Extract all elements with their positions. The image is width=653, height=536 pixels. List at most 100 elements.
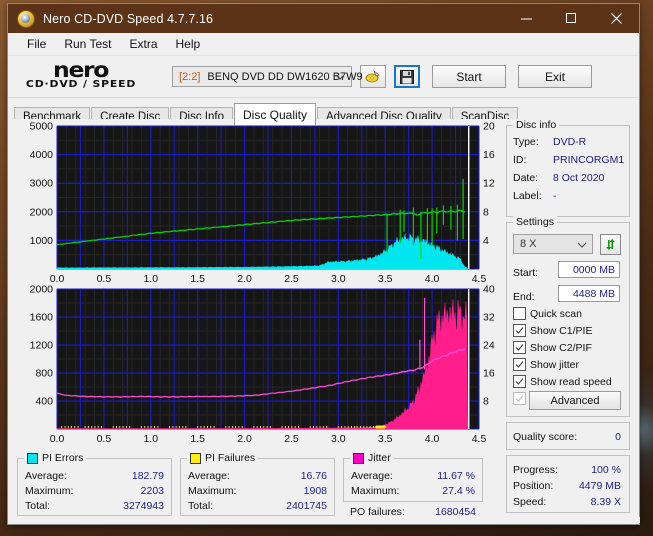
pie-chart: 1000 2000 3000 4000 5000 4 8 12 16 20 0.0 0.5 1.0 1.5… <box>17 121 499 286</box>
pi-failures-legend: PI Failures <box>187 452 259 464</box>
pi-failures-maximum-row: Maximum: 1908 <box>188 485 327 497</box>
status-bar <box>9 517 640 523</box>
pif-chart-canvas: 400 800 1200 1600 2000 8 16 24 32 40 0.0 0.5 1.0 1.5 2… <box>30 284 495 446</box>
start-address-label: Start: <box>513 267 539 279</box>
save-results-button[interactable] <box>394 65 420 88</box>
start-button[interactable]: Start <box>432 65 506 88</box>
position-label: Position: <box>513 480 554 492</box>
checkbox-show-c1-pie-label: Show C1/PIE <box>530 324 593 337</box>
scan-speed-select[interactable]: 8 X <box>513 234 593 254</box>
scan-speed-value: 8 X <box>520 238 537 250</box>
checkbox-show-jitter[interactable]: Show jitter <box>513 358 579 371</box>
close-button[interactable] <box>594 4 639 33</box>
pi-failures-average-value: 16.76 <box>300 470 327 482</box>
checkbox-box <box>513 358 526 371</box>
disc-label-label: Label: <box>513 190 542 202</box>
checkbox-show-c2-pif[interactable]: Show C2/PIF <box>513 341 592 354</box>
checkbox-show-jitter-label: Show jitter <box>530 358 580 371</box>
maximize-button[interactable] <box>549 4 594 33</box>
window-title: Nero CD-DVD Speed 4.7.7.16 <box>43 11 214 26</box>
drive-index: [2:2] <box>179 70 201 83</box>
title-bar: Nero CD-DVD Speed 4.7.7.16 <box>8 4 639 33</box>
menu-item-help[interactable]: Help <box>167 35 210 53</box>
menu-item-extra[interactable]: Extra <box>120 35 166 53</box>
jitter-legend: Jitter <box>350 452 394 464</box>
pi-failures-average-row: Average: 16.76 <box>188 470 327 482</box>
pi-errors-average-row: Average: 182.79 <box>25 470 164 482</box>
start-address-field[interactable]: 0000 MB <box>558 261 620 278</box>
drive-select[interactable]: [2:2] BENQ DVD DD DW1620 B7W9 <box>172 66 363 87</box>
x-axis-tick: 3.0 <box>331 433 346 445</box>
x-axis-tick: 1.5 <box>190 433 205 445</box>
pi-failures-color-swatch <box>190 452 201 464</box>
menu-bar: File Run Test Extra Help <box>8 33 639 56</box>
refresh-button[interactable] <box>600 234 621 255</box>
pi-errors-maximum-row: Maximum: 2203 <box>25 485 164 497</box>
x-axis-tick: 0.0 <box>50 433 65 445</box>
pi-errors-total-value: 3274943 <box>123 500 164 512</box>
y-axis-tick: 800 <box>35 368 53 380</box>
checkbox-show-read-speed[interactable]: Show read speed <box>513 375 612 388</box>
y-axis-tick: 1000 <box>30 235 54 247</box>
y-axis-tick: 400 <box>35 396 53 408</box>
exit-button[interactable]: Exit <box>518 65 592 88</box>
checkbox-quick-scan[interactable]: Quick scan <box>513 307 582 320</box>
pi-errors-average-value: 182.79 <box>131 470 164 482</box>
y2-axis-tick: 12 <box>483 178 495 190</box>
y2-axis-tick: 24 <box>483 340 495 352</box>
minimize-button[interactable] <box>504 4 549 33</box>
checkbox-show-c1-pie[interactable]: Show C1/PIE <box>513 324 592 337</box>
advanced-button[interactable]: Advanced <box>529 391 621 410</box>
progress-group: Progress: 100 % Position: 4479 MB Speed:… <box>506 455 630 513</box>
y2-axis-tick: 40 <box>483 284 495 296</box>
y-axis-tick: 2000 <box>30 206 54 218</box>
y-axis-tick: 2000 <box>30 284 54 296</box>
pi-failures-legend-label: PI Failures <box>205 452 256 464</box>
jitter-maximum-label: Maximum: <box>351 485 400 497</box>
x-axis-tick: 3.5 <box>378 433 393 445</box>
pi-failures-average-label: Average: <box>188 470 230 482</box>
y-axis-tick: 1200 <box>30 340 54 352</box>
x-axis-tick: 2.5 <box>284 433 299 445</box>
disc-type-value: DVD-R <box>553 136 587 148</box>
menu-item-run-test[interactable]: Run Test <box>55 35 120 53</box>
tab-disc-quality[interactable]: Disc Quality <box>234 103 317 125</box>
pi-errors-total-row: Total: 3274943 <box>25 500 164 512</box>
disc-info-group: Disc info Type: DVD-R ID: PRINCORGM1 Dat… <box>506 119 630 217</box>
toolbar: nero CD·DVD ∕ SPEED [2:2] BENQ DVD DD DW… <box>8 56 639 98</box>
y2-axis-tick: 16 <box>483 368 495 380</box>
pi-errors-maximum-value: 2203 <box>140 485 164 497</box>
disc-id-label: ID: <box>513 154 527 166</box>
pie-chart-canvas: 10002000300040005000481216200.0 0.5 1.0 1.5… <box>30 121 495 286</box>
eject-disc-button[interactable] <box>360 65 386 88</box>
menu-item-file[interactable]: File <box>18 35 55 53</box>
pi-errors-average-label: Average: <box>25 470 67 482</box>
pi-errors-legend: PI Errors <box>24 452 87 464</box>
pi-errors-stats: PI Errors Average: 182.79 Maximum: 2203 … <box>17 452 172 516</box>
jitter-color-swatch <box>353 452 364 464</box>
checkbox-box <box>513 324 526 337</box>
jitter-stats: Jitter Average: 11.67 % Maximum: 27.4 % <box>343 452 483 502</box>
disc-date-label: Date: <box>513 172 539 184</box>
app-window: Nero CD-DVD Speed 4.7.7.16 File Run Test… <box>7 3 640 525</box>
x-axis-tick: 1.0 <box>143 433 158 445</box>
jitter-legend-label: Jitter <box>368 452 391 464</box>
y2-axis-tick: 20 <box>483 121 495 133</box>
y2-axis-tick: 8 <box>483 396 489 408</box>
y-axis-tick: 4000 <box>30 149 54 161</box>
settings-legend: Settings <box>513 216 557 228</box>
y-axis-tick: 5000 <box>30 121 54 133</box>
y-axis-tick: 3000 <box>30 178 54 190</box>
quality-score-group: Quality score: 0 <box>506 422 630 450</box>
chart-area: 1000 2000 3000 4000 5000 4 8 12 16 20 0.0 0.5 1.0 1.5… <box>17 121 499 446</box>
x-axis-tick: 4.5 <box>472 433 487 445</box>
end-address-field[interactable]: 4488 MB <box>558 285 620 302</box>
pi-failures-maximum-label: Maximum: <box>188 485 237 497</box>
x-axis-tick: 4.0 <box>425 433 440 445</box>
quality-score-label: Quality score: <box>513 431 578 443</box>
end-address-label: End: <box>513 291 535 303</box>
pi-errors-color-swatch <box>27 452 38 464</box>
speed-value: 8.39 X <box>590 496 621 508</box>
pi-failures-stats: PI Failures Average: 16.76 Maximum: 1908… <box>180 452 335 516</box>
chevron-down-icon <box>335 72 345 84</box>
